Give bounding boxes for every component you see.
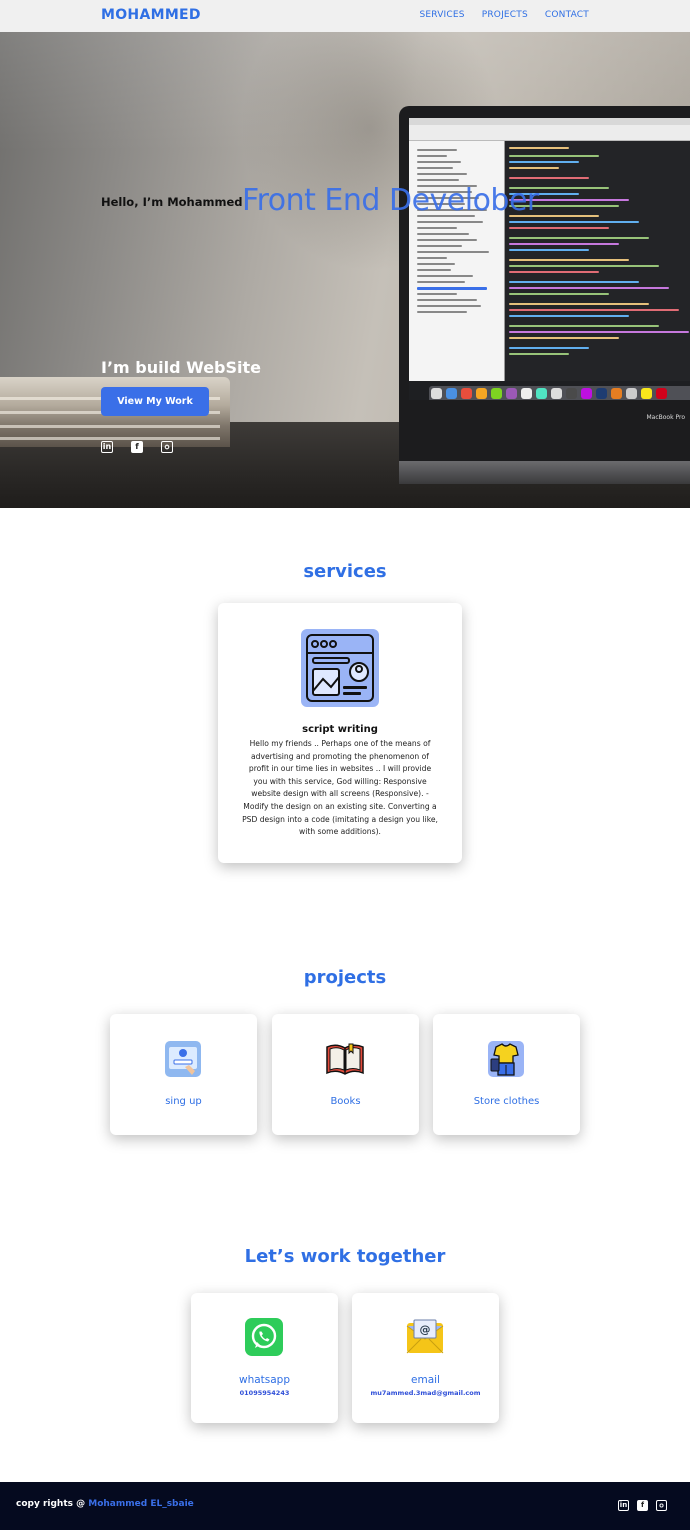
footer: copy rights @ Mohammed EL_sbaie in f [0, 1482, 690, 1530]
contact-title: Let’s work together [244, 1246, 446, 1267]
whatsapp-number[interactable]: 01095954243 [191, 1389, 338, 1397]
book-icon [325, 1039, 365, 1079]
email-address[interactable]: mu7ammed.3mad@gmail.com [352, 1389, 499, 1397]
copyright-prefix: copy rights @ [16, 1499, 89, 1509]
nav-links: SERVICES PROJECTS CONTACT [419, 10, 589, 20]
linkedin-icon[interactable]: in [101, 441, 113, 453]
project-card-signup[interactable]: sing up [110, 1014, 257, 1135]
project-card-books[interactable]: Books [272, 1014, 419, 1135]
footer-social-links: in f [618, 1500, 667, 1511]
hero-greeting: Hello, I’m Mohammed [101, 195, 243, 209]
linkedin-icon[interactable]: in [618, 1500, 629, 1511]
web-design-icon [301, 629, 379, 707]
svg-text:@: @ [420, 1323, 431, 1336]
project-card-store-clothes[interactable]: Store clothes [433, 1014, 580, 1135]
hero-laptop-image: MacBook Pro [399, 106, 690, 484]
projects-title: projects [303, 967, 387, 988]
hero-social-links: in f [101, 441, 173, 453]
copyright-text: copy rights @ Mohammed EL_sbaie [16, 1499, 194, 1509]
whatsapp-icon [244, 1317, 284, 1357]
project-label: Books [330, 1096, 361, 1107]
contact-label: email [411, 1374, 440, 1386]
facebook-icon[interactable]: f [131, 441, 143, 453]
laptop-dock [429, 386, 690, 400]
signup-icon [163, 1039, 203, 1079]
top-navbar: MOHAMMED SERVICES PROJECTS CONTACT [0, 0, 690, 32]
hero-section: MacBook Pro Hello, I’m Mohammed Front En… [0, 32, 690, 508]
instagram-icon[interactable] [656, 1500, 667, 1511]
contact-card-email[interactable]: @ email mu7ammed.3mad@gmail.com [352, 1293, 499, 1423]
email-icon: @ [405, 1317, 445, 1357]
facebook-icon[interactable]: f [637, 1500, 648, 1511]
nav-link-contact[interactable]: CONTACT [545, 10, 589, 20]
hero-tagline: I’m build WebSite [101, 358, 261, 377]
laptop-screen [409, 118, 690, 400]
view-my-work-button[interactable]: View My Work [101, 387, 209, 416]
service-name: script writing [302, 724, 378, 735]
site-logo[interactable]: MOHAMMED [101, 7, 201, 23]
project-label: Store clothes [473, 1096, 540, 1107]
hero-role: Front End Develober [242, 183, 539, 218]
laptop-brand: MacBook Pro [646, 414, 685, 421]
nav-link-services[interactable]: SERVICES [419, 10, 464, 20]
services-title: services [303, 561, 387, 582]
project-label: sing up [165, 1096, 202, 1107]
service-description: Hello my friends .. Perhaps one of the m… [242, 739, 438, 837]
contact-card-whatsapp[interactable]: whatsapp 01095954243 [191, 1293, 338, 1423]
copyright-name[interactable]: Mohammed EL_sbaie [88, 1499, 194, 1509]
clothes-icon [486, 1039, 526, 1079]
instagram-icon[interactable] [161, 441, 173, 453]
contact-label: whatsapp [238, 1374, 291, 1386]
service-card: script writing Hello my friends .. Perha… [218, 603, 462, 863]
nav-link-projects[interactable]: PROJECTS [482, 10, 528, 20]
